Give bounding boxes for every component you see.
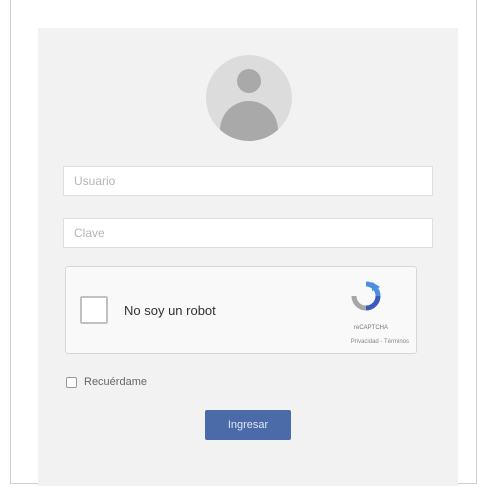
recaptcha-links[interactable]: Privacidad - Términos bbox=[309, 339, 409, 345]
avatar-body bbox=[220, 101, 278, 141]
remember-me-option[interactable]: Recuérdame bbox=[66, 376, 147, 388]
remember-me-checkbox[interactable] bbox=[66, 376, 77, 388]
recaptcha-checkbox[interactable] bbox=[80, 296, 108, 324]
password-input[interactable] bbox=[63, 218, 433, 248]
submit-button[interactable]: Ingresar bbox=[205, 410, 291, 440]
recaptcha-widget: No soy un robot reCAPTCHA Privacidad - T… bbox=[65, 266, 417, 354]
remember-me-label: Recuérdame bbox=[84, 376, 147, 388]
recaptcha-label: No soy un robot bbox=[124, 303, 216, 318]
recaptcha-brand: reCAPTCHA bbox=[353, 325, 388, 331]
avatar-head bbox=[237, 69, 261, 93]
recaptcha-icon bbox=[351, 281, 381, 311]
user-avatar-icon bbox=[206, 55, 292, 141]
username-input[interactable] bbox=[63, 166, 433, 196]
